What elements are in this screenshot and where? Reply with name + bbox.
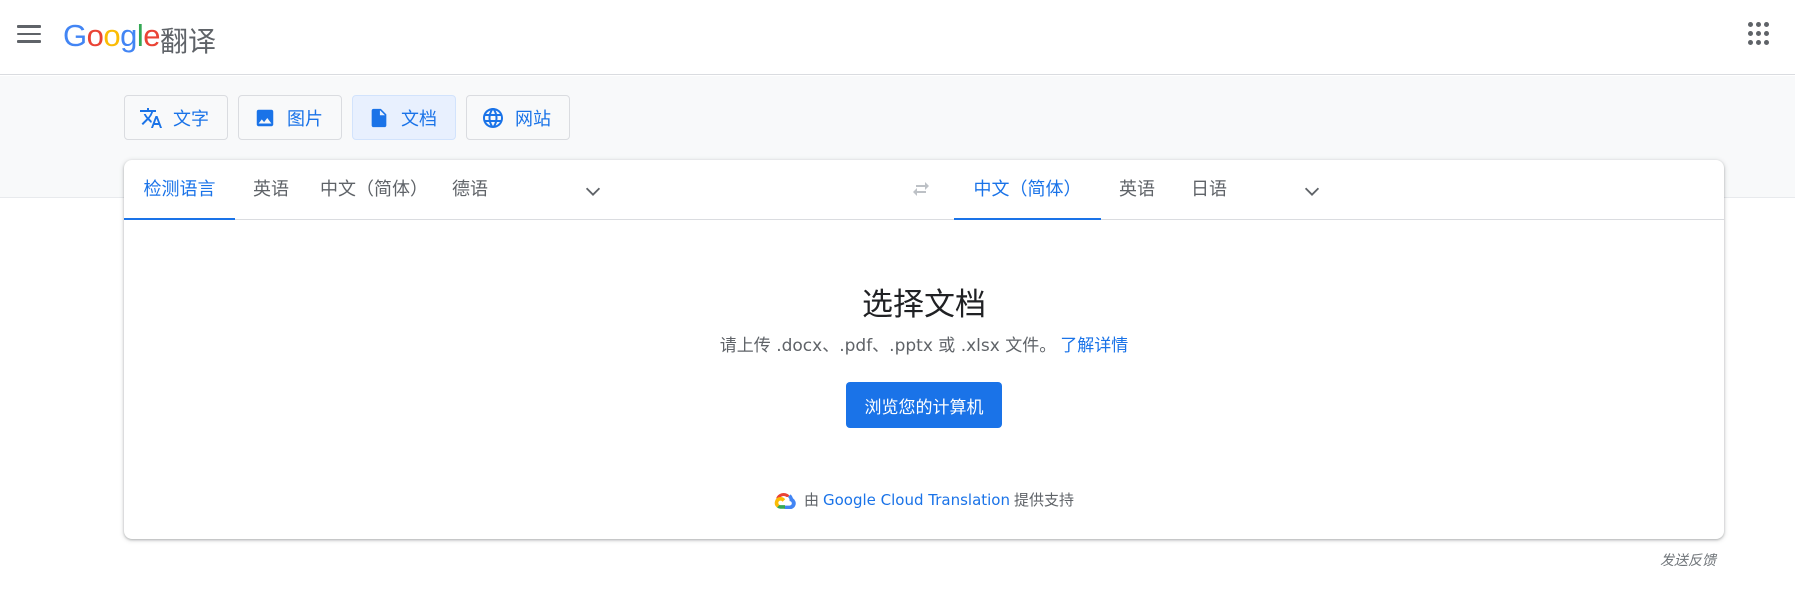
tab-image[interactable]: 图片 xyxy=(238,95,342,140)
apps-grid-icon[interactable] xyxy=(1748,22,1772,46)
translate-icon xyxy=(139,106,163,130)
document-icon xyxy=(367,106,391,130)
language-bar: 检测语言 英语 中文（简体） 德语 中文（简体） 英语 日语 xyxy=(124,160,1724,220)
tab-website[interactable]: 网站 xyxy=(466,95,570,140)
globe-icon xyxy=(481,106,505,130)
source-lang-english[interactable]: 英语 xyxy=(235,160,307,220)
target-more-languages-chevron-down-icon[interactable] xyxy=(1301,180,1323,202)
source-lang-chinese-simplified[interactable]: 中文（简体） xyxy=(307,160,441,220)
tab-text[interactable]: 文字 xyxy=(124,95,228,140)
target-lang-chinese-simplified[interactable]: 中文（简体） xyxy=(954,160,1101,220)
target-lang-japanese[interactable]: 日语 xyxy=(1173,160,1245,220)
tab-website-label: 网站 xyxy=(515,108,551,130)
swap-languages-icon[interactable] xyxy=(910,178,936,202)
tab-text-label: 文字 xyxy=(173,108,209,130)
powered-by-prefix: 由 xyxy=(803,491,819,509)
translation-card: 检测语言 英语 中文（简体） 德语 中文（简体） 英语 日语 选择文档 请上传 … xyxy=(124,160,1724,539)
tab-document-label: 文档 xyxy=(401,108,437,130)
google-cloud-icon xyxy=(774,492,796,509)
source-lang-detect[interactable]: 检测语言 xyxy=(124,160,235,220)
powered-by: 由 Google Cloud Translation 提供支持 xyxy=(124,489,1724,510)
learn-more-link[interactable]: 了解详情 xyxy=(1060,336,1128,356)
supported-formats-text: 请上传 .docx、.pdf、.pptx 或 .xlsx 文件。 xyxy=(719,336,1057,356)
document-title: 选择文档 xyxy=(862,287,986,323)
source-more-languages-chevron-down-icon[interactable] xyxy=(582,180,604,202)
source-lang-german[interactable]: 德语 xyxy=(441,160,499,220)
google-logo[interactable]: Google xyxy=(63,18,161,54)
browse-computer-button[interactable]: 浏览您的计算机 xyxy=(846,382,1002,428)
powered-by-suffix: 提供支持 xyxy=(1014,491,1075,509)
document-upload-area: 选择文档 请上传 .docx、.pdf、.pptx 或 .xlsx 文件。 了解详… xyxy=(124,221,1724,539)
document-subtitle: 请上传 .docx、.pdf、.pptx 或 .xlsx 文件。 了解详情 xyxy=(124,331,1724,356)
image-icon xyxy=(253,106,277,130)
target-lang-english[interactable]: 英语 xyxy=(1101,160,1173,220)
tab-document[interactable]: 文档 xyxy=(352,95,456,140)
tab-image-label: 图片 xyxy=(287,108,323,130)
main-menu-icon[interactable] xyxy=(14,22,44,48)
top-bar: Google 翻译 xyxy=(0,0,1795,75)
mode-tabs: 文字 图片 文档 网站 xyxy=(124,95,570,140)
cloud-translation-link[interactable]: Google Cloud Translation xyxy=(823,491,1010,509)
send-feedback-link[interactable]: 发送反馈 xyxy=(1660,550,1716,570)
product-title[interactable]: 翻译 xyxy=(160,20,216,60)
